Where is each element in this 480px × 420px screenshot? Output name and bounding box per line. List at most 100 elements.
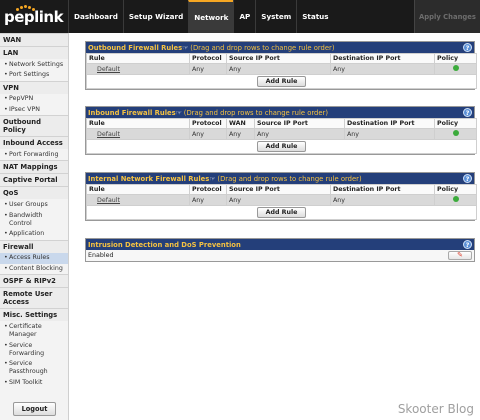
- sidebar-item-ipsec-vpn[interactable]: • IPsec VPN: [0, 105, 68, 116]
- sidebar-section-ospf-ripv2[interactable]: OSPF & RIPv2: [0, 274, 68, 288]
- column-header: Destination IP Port: [330, 52, 435, 65]
- column-header: Destination IP Port: [330, 183, 435, 196]
- help-icon[interactable]: ?: [463, 174, 472, 183]
- panel-header: Outbound Firewall Rules ☞ (Drag and drop…: [86, 42, 474, 53]
- add-rule-button[interactable]: Add Rule: [256, 207, 307, 219]
- nav-status[interactable]: Status: [296, 0, 333, 33]
- sidebar-item-label: Access Rules: [9, 254, 50, 262]
- protocol-cell: Any: [189, 194, 227, 207]
- sidebar-item-sim-toolkit[interactable]: • SIM Toolkit: [0, 378, 68, 389]
- sidebar-item-service-passthrough[interactable]: • Service Passthrough: [0, 359, 68, 378]
- allow-icon: [452, 65, 459, 72]
- logout-button[interactable]: Logout: [12, 402, 57, 416]
- panel-title: Intrusion Detection and DoS Prevention: [88, 240, 241, 249]
- nav-dashboard[interactable]: Dashboard: [68, 0, 123, 33]
- rule-link[interactable]: Default: [86, 194, 190, 207]
- sidebar-section-firewall[interactable]: Firewall: [0, 239, 68, 253]
- nav-setup-wizard[interactable]: Setup Wizard: [122, 0, 188, 33]
- add-rule-cell: Add Rule: [86, 139, 477, 155]
- column-header: Policy: [434, 183, 477, 196]
- column-header: Source IP Port: [226, 183, 331, 196]
- sidebar-item-bandwidth-control[interactable]: • Bandwidth Control: [0, 210, 68, 229]
- add-rule-button[interactable]: Add Rule: [256, 76, 307, 88]
- peplink-logo[interactable]: peplink: [0, 0, 68, 33]
- panel-hint: (Drag and drop rows to change rule order…: [217, 174, 362, 183]
- sidebar-item-application[interactable]: • Application: [0, 229, 68, 240]
- outbound-rules-table: Rule Protocol Source IP Port Destination…: [86, 52, 477, 90]
- policy-cell: [434, 194, 477, 207]
- logo-dots: [16, 5, 38, 11]
- sidebar-item-label: PepVPN: [9, 95, 34, 103]
- sidebar-section-vpn[interactable]: VPN: [0, 80, 68, 94]
- nav-network[interactable]: Network: [188, 0, 234, 33]
- sidebar-item-access-rules[interactable]: • Access Rules: [0, 252, 68, 264]
- intrusion-detection-panel: Intrusion Detection and DoS Prevention ?…: [85, 238, 475, 262]
- sidebar-item-service-forwarding[interactable]: • Service Forwarding: [0, 340, 68, 359]
- main-nav: Dashboard Setup Wizard Network AP System…: [68, 0, 334, 33]
- sidebar-section-captive-portal[interactable]: Captive Portal: [0, 173, 68, 187]
- nav-ap[interactable]: AP: [233, 0, 255, 33]
- column-header: WAN: [226, 117, 255, 130]
- internal-firewall-panel: Internal Network Firewall Rules ☞ (Drag …: [85, 172, 477, 222]
- sidebar-item-certificate-manager[interactable]: • Certificate Manager: [0, 321, 68, 340]
- help-icon[interactable]: ?: [463, 240, 472, 249]
- nav-system[interactable]: System: [255, 0, 296, 33]
- table-row[interactable]: Default Any Any Any: [86, 194, 477, 207]
- sidebar-section-outbound-policy[interactable]: Outbound Policy: [0, 115, 68, 137]
- table-row[interactable]: Default Any Any Any Any: [86, 128, 477, 141]
- sidebar-item-user-groups[interactable]: • User Groups: [0, 199, 68, 210]
- internal-rules-table: Rule Protocol Source IP Port Destination…: [86, 183, 477, 221]
- sidebar-section-remote-user-access[interactable]: Remote User Access: [0, 287, 68, 309]
- sidebar-item-network-settings[interactable]: • Network Settings: [0, 59, 68, 70]
- column-header: Rule: [86, 52, 190, 65]
- sidebar-section-wan[interactable]: WAN: [0, 33, 68, 46]
- rule-link[interactable]: Default: [86, 63, 190, 76]
- sidebar-item-label: Port Settings: [9, 71, 50, 79]
- column-header: Source IP Port: [254, 117, 345, 130]
- help-icon[interactable]: ?: [463, 108, 472, 117]
- allow-icon: [452, 130, 459, 137]
- help-icon[interactable]: ?: [463, 43, 472, 52]
- edit-icon: ✎: [457, 251, 463, 259]
- column-header: Protocol: [189, 183, 227, 196]
- column-header: Rule: [86, 183, 190, 196]
- edit-button[interactable]: ✎: [448, 251, 472, 260]
- rule-link[interactable]: Default: [86, 128, 190, 141]
- sidebar-section-nat-mappings[interactable]: NAT Mappings: [0, 160, 68, 174]
- sidebar-item-label: Content Blocking: [9, 265, 63, 273]
- sidebar-section-misc-settings[interactable]: Misc. Settings: [0, 308, 68, 322]
- column-header: Protocol: [189, 52, 227, 65]
- ids-status: Enabled: [88, 252, 114, 259]
- destination-cell: Any: [330, 194, 435, 207]
- sidebar-section-qos[interactable]: QoS: [0, 186, 68, 200]
- inbound-rules-table: Rule Protocol WAN Source IP Port Destina…: [86, 117, 477, 155]
- table-row[interactable]: Default Any Any Any: [86, 63, 477, 76]
- protocol-cell: Any: [189, 63, 227, 76]
- inbound-firewall-panel: Inbound Firewall Rules ☞ (Drag and drop …: [85, 106, 477, 156]
- sidebar-item-port-forwarding[interactable]: • Port Forwarding: [0, 149, 68, 160]
- panel-header: Intrusion Detection and DoS Prevention ?: [86, 239, 474, 250]
- source-cell: Any: [226, 63, 331, 76]
- panel-header: Internal Network Firewall Rules ☞ (Drag …: [86, 173, 474, 184]
- policy-cell: [434, 63, 477, 76]
- sidebar: WAN LAN • Network Settings • Port Settings…: [0, 33, 69, 420]
- sidebar-item-content-blocking[interactable]: • Content Blocking: [0, 264, 68, 275]
- outbound-firewall-panel: Outbound Firewall Rules ☞ (Drag and drop…: [85, 41, 477, 91]
- panel-header: Inbound Firewall Rules ☞ (Drag and drop …: [86, 107, 474, 118]
- watermark: Skooter Blog: [397, 402, 474, 416]
- column-header: Protocol: [189, 117, 227, 130]
- allow-icon: [452, 196, 459, 203]
- sidebar-item-label: Certificate Manager: [9, 322, 42, 338]
- add-rule-button[interactable]: Add Rule: [256, 141, 307, 153]
- apply-changes-button[interactable]: Apply Changes: [414, 0, 480, 33]
- sidebar-section-inbound-access[interactable]: Inbound Access: [0, 136, 68, 150]
- drag-hand-icon: ☞: [209, 174, 216, 183]
- sidebar-item-pepvpn[interactable]: • PepVPN: [0, 94, 68, 105]
- sidebar-item-port-settings[interactable]: • Port Settings: [0, 70, 68, 81]
- drag-hand-icon: ☞: [175, 108, 182, 117]
- sidebar-section-lan[interactable]: LAN: [0, 46, 68, 59]
- sidebar-item-label: User Groups: [9, 200, 48, 208]
- destination-cell: Any: [330, 63, 435, 76]
- panel-hint: (Drag and drop rows to change rule order…: [190, 43, 335, 52]
- sidebar-item-label: Bandwidth Control: [9, 211, 43, 227]
